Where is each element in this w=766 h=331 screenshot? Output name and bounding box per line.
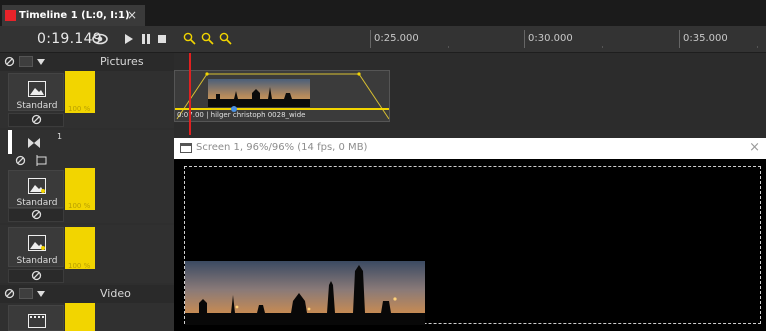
clip-yellow-line xyxy=(175,108,389,110)
clip-thumbnail-image xyxy=(208,79,310,107)
clip-caption: 0:07.00 | hilger christoph 0028_wide xyxy=(177,111,306,119)
group-tools xyxy=(4,56,45,67)
app-window: Timeline 1 (L:0, I:1) × 0:19.149 0:25.00… xyxy=(0,0,766,331)
track-disable-button[interactable] xyxy=(8,113,64,127)
tab-timeline-1[interactable]: Timeline 1 (L:0, I:1) × xyxy=(2,5,145,26)
group-header-video[interactable]: Video xyxy=(0,285,174,303)
time-ruler[interactable]: 0:25.000 0:30.000 0:35.000 xyxy=(174,26,766,53)
chevron-down-icon[interactable] xyxy=(37,58,45,65)
ruler-minor-tick xyxy=(757,46,758,48)
track-option-button[interactable] xyxy=(19,288,33,299)
opacity-bar[interactable] xyxy=(65,303,95,331)
track-name: Standard xyxy=(16,256,58,266)
screen-canvas[interactable] xyxy=(184,166,761,325)
ruler-minor-tick xyxy=(448,46,449,48)
flag-icon[interactable] xyxy=(36,155,47,166)
group-header-pictures[interactable]: Pictures xyxy=(0,53,174,71)
pause-icon[interactable] xyxy=(141,32,151,46)
track-header[interactable]: 1 Standard 100 % xyxy=(0,225,174,283)
ruler-label: 0:35.000 xyxy=(683,33,728,44)
close-icon[interactable]: × xyxy=(749,140,760,155)
group-label: Pictures xyxy=(100,55,144,68)
track-name: Standard xyxy=(16,101,58,111)
preview-image xyxy=(185,261,425,325)
track-header[interactable]: 3 xyxy=(0,303,174,331)
disable-icon[interactable] xyxy=(4,56,15,67)
opacity-value: 100 % xyxy=(68,105,91,113)
tab-strip: Timeline 1 (L:0, I:1) × xyxy=(0,0,766,26)
disable-icon xyxy=(31,209,41,220)
screen-preview-window[interactable]: Screen 1, 96%/96% (14 fps, 0 MB) × xyxy=(174,138,766,331)
image-icon xyxy=(28,81,46,97)
stop-icon[interactable] xyxy=(157,32,167,46)
track-header[interactable]: 2 Standard 100 % xyxy=(0,168,174,223)
track-header[interactable]: 3 Standard 100 % xyxy=(0,71,174,128)
transition-track-header[interactable]: 1 xyxy=(0,130,174,168)
track-option-button[interactable] xyxy=(19,56,33,67)
ruler-minor-tick xyxy=(602,46,603,48)
ruler-tick xyxy=(524,30,525,48)
image-icon xyxy=(28,235,46,251)
track-thumbnail[interactable] xyxy=(8,305,64,331)
chevron-down-icon[interactable] xyxy=(37,290,45,297)
play-icon[interactable] xyxy=(124,32,134,46)
timeline-clip[interactable]: 0:07.00 | hilger christoph 0028_wide xyxy=(174,70,390,122)
playhead[interactable] xyxy=(189,53,191,135)
track-disable-button[interactable] xyxy=(8,269,64,283)
transition-icon xyxy=(28,138,40,148)
screen-title: Screen 1, 96%/96% (14 fps, 0 MB) xyxy=(196,142,368,153)
ruler-tick xyxy=(679,30,680,48)
disable-icon[interactable] xyxy=(4,288,15,299)
window-icon xyxy=(180,143,192,153)
opacity-value: 100 % xyxy=(68,262,91,270)
eye-icon[interactable] xyxy=(92,32,108,46)
ruler-label: 0:30.000 xyxy=(528,33,573,44)
disable-icon xyxy=(31,270,41,281)
track-number: 1 xyxy=(57,132,63,141)
group-tools xyxy=(4,288,45,299)
track-disable-button[interactable] xyxy=(8,208,64,222)
ruler-tick xyxy=(370,30,371,48)
track-name: Standard xyxy=(16,198,58,208)
opacity-value: 100 % xyxy=(68,202,91,210)
transport-bar: 0:19.149 0:25.000 0:30.000 0:35.000 xyxy=(0,26,766,53)
timeline-icon xyxy=(5,10,16,21)
track-thumbnail[interactable]: Standard xyxy=(8,227,64,267)
disable-icon[interactable] xyxy=(15,155,26,166)
track-thumbnail[interactable]: Standard xyxy=(8,170,64,208)
screen-titlebar[interactable]: Screen 1, 96%/96% (14 fps, 0 MB) × xyxy=(174,138,766,159)
disable-icon xyxy=(31,114,41,125)
selection-indicator xyxy=(8,130,12,154)
group-label: Video xyxy=(100,287,131,300)
track-thumbnail[interactable]: Standard xyxy=(8,73,64,111)
tab-title: Timeline 1 (L:0, I:1) xyxy=(19,10,130,21)
image-icon xyxy=(28,178,46,194)
close-tab-icon[interactable]: × xyxy=(127,8,137,22)
ruler-label: 0:25.000 xyxy=(374,33,419,44)
film-icon xyxy=(28,314,46,328)
